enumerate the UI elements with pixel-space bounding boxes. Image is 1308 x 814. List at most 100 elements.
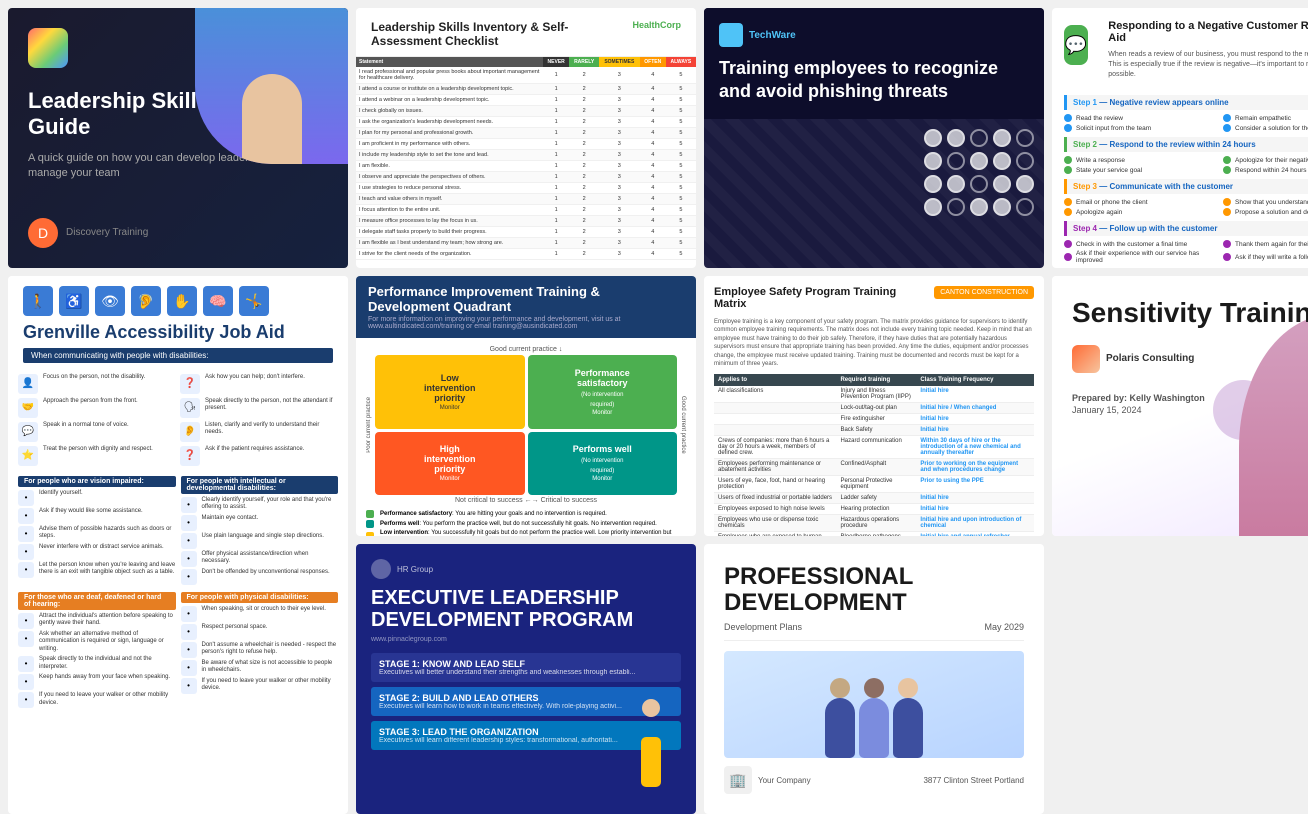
inventory-row: I plan for my personal and professional … bbox=[356, 128, 696, 139]
review-steps: Step 1 — Negative review appears online … bbox=[1064, 95, 1308, 264]
legend-item: Performs well: You perform the practice … bbox=[366, 520, 686, 528]
section-item-icon: • bbox=[181, 551, 197, 567]
inventory-row: I check globally on issues.12345 bbox=[356, 106, 696, 117]
quad-monitor-4: Performs well(No interventionrequired) bbox=[573, 444, 632, 474]
section-item-icon: • bbox=[181, 624, 197, 640]
step-dot bbox=[1064, 156, 1072, 164]
safety-training: Injury and Illness Prevention Program (I… bbox=[836, 386, 916, 403]
safety-freq: Initial hire and upon introduction of ch… bbox=[916, 515, 1034, 532]
section-item: • Clearly identify yourself, your role a… bbox=[181, 497, 339, 513]
phishing-circles bbox=[924, 129, 1034, 216]
acc-item-text: Speak in a normal tone of voice. bbox=[43, 422, 129, 430]
section-item: • Maintain eye contact. bbox=[181, 515, 339, 531]
safety-applies bbox=[714, 425, 836, 436]
section-item-icon: • bbox=[18, 508, 34, 524]
quad-monitor-3: Highinterventionpriority bbox=[424, 444, 476, 474]
accessibility-icons: 🚶 ♿ 👁 🦻 ✋ 🧠 🤸 bbox=[23, 286, 333, 316]
safety-freq: Within 30 days of hire or the introducti… bbox=[916, 436, 1034, 459]
acc-item-icon: 👂 bbox=[180, 422, 200, 442]
step-dot bbox=[1064, 166, 1072, 174]
step-dot bbox=[1064, 124, 1072, 132]
section-item-text: Ask whether an alternative method of com… bbox=[39, 631, 176, 654]
acc-icon-wheelchair: ♿ bbox=[59, 286, 89, 316]
section-item: • Identify yourself. bbox=[18, 490, 176, 506]
step-header-2: Step 2 — Respond to the review within 24… bbox=[1064, 137, 1308, 152]
executive-logo-icon bbox=[371, 559, 391, 579]
circle-15 bbox=[1016, 175, 1034, 193]
section-item: • Offer physical assistance/direction wh… bbox=[181, 551, 339, 567]
circle-13 bbox=[970, 175, 988, 193]
safety-applies: Users of eye, face, foot, hand or hearin… bbox=[714, 476, 836, 493]
legend-dot bbox=[366, 510, 374, 518]
circle-7 bbox=[947, 152, 965, 170]
section-item: • Use plain language and single step dir… bbox=[181, 533, 339, 549]
safety-card: Employee Safety Program Training Matrix … bbox=[704, 276, 1044, 536]
step-item: Apologize again bbox=[1064, 208, 1221, 216]
step-dot bbox=[1064, 208, 1072, 216]
circle-14 bbox=[993, 175, 1011, 193]
circle-9 bbox=[993, 152, 1011, 170]
safety-row: Back Safety Initial hire bbox=[714, 425, 1034, 436]
safety-row: Employees performing maintenance or abat… bbox=[714, 459, 1034, 476]
circle-20 bbox=[1016, 198, 1034, 216]
professional-card: PROFESSIONAL DEVELOPMENT Development Pla… bbox=[704, 544, 1044, 814]
inventory-card: HealthCorp Leadership Skills Inventory &… bbox=[356, 8, 696, 268]
executive-stage-1: STAGE 1: KNOW AND LEAD SELF Executives w… bbox=[371, 653, 681, 682]
inventory-row: I attend a webinar on a leadership devel… bbox=[356, 95, 696, 106]
accessibility-item: ❓ Ask if the patient requires assistance… bbox=[180, 446, 338, 466]
acc-icon-walk: 🚶 bbox=[23, 286, 53, 316]
person-head-2 bbox=[864, 678, 884, 698]
acc-item-icon: ⭐ bbox=[18, 446, 38, 466]
quadrant-grid: Lowinterventionpriority Monitor Performa… bbox=[375, 355, 677, 495]
phishing-header: TechWare Training employees to recognize… bbox=[704, 8, 1044, 119]
accessibility-item: 👂 Listen, clarify and verify to understa… bbox=[180, 422, 338, 442]
person-1 bbox=[823, 683, 857, 758]
sensitivity-author: Prepared by: Kelly Washington January 15… bbox=[1072, 393, 1308, 415]
inventory-row: I ask the organization's leadership deve… bbox=[356, 117, 696, 128]
accessibility-item: 🗣 Speak directly to the person, not the … bbox=[180, 398, 338, 418]
circle-12 bbox=[947, 175, 965, 193]
quad-monitor-label-4: Monitor bbox=[592, 476, 612, 482]
inventory-row: I include my leadership style to set the… bbox=[356, 150, 696, 161]
safety-intro: Employee training is a key component of … bbox=[714, 318, 1034, 368]
step-item: Ask if their experience with our service… bbox=[1064, 250, 1221, 264]
step-item: Apologize for their negative experience bbox=[1223, 156, 1308, 164]
acc-icon-person: 🤸 bbox=[239, 286, 269, 316]
section-item-icon: • bbox=[181, 515, 197, 531]
review-step-2: Step 2 — Respond to the review within 24… bbox=[1064, 137, 1308, 174]
circle-1 bbox=[924, 129, 942, 147]
step-item: Write a response bbox=[1064, 156, 1221, 164]
person-head-3 bbox=[898, 678, 918, 698]
section-item-text: Keep hands away from your face when spea… bbox=[39, 674, 170, 682]
person-3 bbox=[891, 683, 925, 758]
accessibility-general: 👤 Focus on the person, not the disabilit… bbox=[8, 374, 348, 472]
section-item-text: Identify yourself. bbox=[39, 490, 83, 498]
person-head-1 bbox=[830, 678, 850, 698]
step-content-1: Read the review Remain empathetic Solici… bbox=[1064, 114, 1308, 132]
accessibility-section-3: For people with physical disabilities: •… bbox=[181, 592, 339, 710]
safety-applies: Employees who are exposed to human blood… bbox=[714, 532, 836, 536]
step-dot bbox=[1223, 240, 1231, 248]
performance-legend: Performance satisfactory: You are hittin… bbox=[366, 510, 686, 536]
step-item: Solicit input from the team bbox=[1064, 124, 1221, 132]
professional-footer: 🏢 Your Company 3877 Clinton Street Portl… bbox=[724, 766, 1024, 794]
sensitivity-card: Sensitivity Training Polaris Consulting … bbox=[1052, 276, 1308, 536]
quad-high-intervention: Highinterventionpriority Monitor bbox=[375, 432, 525, 496]
section-item: • Don't assume a wheelchair is needed - … bbox=[181, 642, 339, 658]
step-item: State your service goal bbox=[1064, 166, 1221, 174]
step-item-text: Propose a solution and deliver to the cu… bbox=[1235, 209, 1308, 216]
safety-applies: Employees performing maintenance or abat… bbox=[714, 459, 836, 476]
safety-freq: Initial hire and annual refresher bbox=[916, 532, 1034, 536]
axis-right: Good current practice bbox=[680, 396, 686, 454]
review-step-4: Step 4 — Follow up with the customer Che… bbox=[1064, 221, 1308, 264]
circle-5 bbox=[1016, 129, 1034, 147]
stage-label: STAGE 1: KNOW AND LEAD SELF bbox=[379, 659, 673, 669]
legend-label: Performs well: You perform the practice … bbox=[380, 521, 657, 527]
step-dot bbox=[1223, 124, 1231, 132]
inventory-row: I focus attention to the entire unit.123… bbox=[356, 205, 696, 216]
safety-applies bbox=[714, 403, 836, 414]
section-item: • Attract the individual's attention bef… bbox=[18, 613, 176, 629]
section-item-text: Respect personal space. bbox=[202, 624, 268, 632]
inventory-header: HealthCorp Leadership Skills Inventory &… bbox=[356, 8, 696, 57]
inventory-row: I strive for the client needs of the org… bbox=[356, 249, 696, 260]
